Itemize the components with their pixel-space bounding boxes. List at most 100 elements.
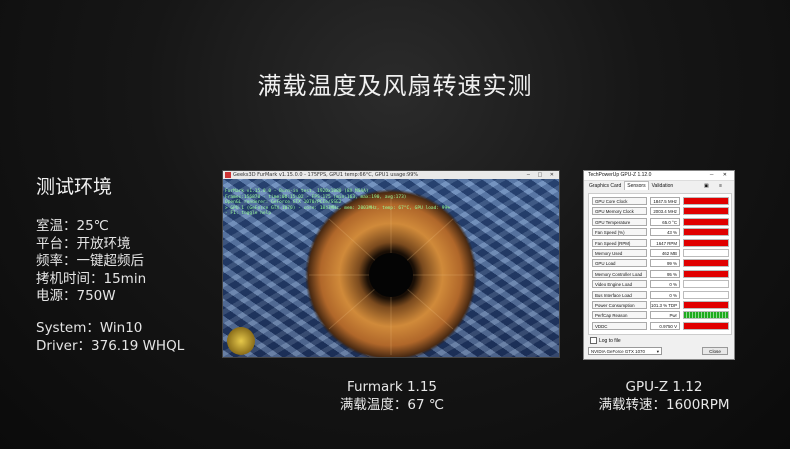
system-driver: Driver：376.19 WHQL <box>36 337 185 354</box>
sensor-value: 2003.4 MHz <box>650 207 680 216</box>
sensor-value: 101.3 % TDP <box>650 301 680 309</box>
sensor-graph <box>683 259 729 268</box>
env-platform: 平台：开放环境 <box>36 235 131 252</box>
gpuz-titlebar: TechPowerUp GPU-Z 1.12.0 ─ ✕ <box>584 171 734 181</box>
furmark-caption: Furmark 1.15 满载温度：67 ℃ <box>318 378 466 414</box>
sensor-row: Memory Used 462 MB <box>592 249 730 258</box>
sensor-value: Pwr <box>650 311 680 320</box>
gpuz-caption-name: GPU-Z 1.12 <box>625 379 703 395</box>
sensor-graph <box>683 197 729 205</box>
sensor-value: 95 % <box>650 269 680 278</box>
sensor-row: PerfCap Reason Pwr <box>592 311 730 320</box>
sensor-label[interactable]: Video Engine Load <box>592 280 647 289</box>
page-title: 满载温度及风扇转速实测 <box>257 72 533 100</box>
sensor-label[interactable]: Memory Controller Load <box>592 269 647 278</box>
sensor-label[interactable]: GPU Core Clock <box>592 197 647 205</box>
chevron-down-icon: ▾ <box>656 349 659 354</box>
env-frequency: 频率：一键超频后 <box>36 253 144 269</box>
test-environment-heading: 测试环境 <box>36 176 113 198</box>
sensor-graph <box>683 301 729 309</box>
close-button[interactable]: Close <box>702 347 728 355</box>
sensor-label[interactable]: GPU Load <box>592 259 647 268</box>
sensor-value: 43 % <box>650 228 680 237</box>
toolbar-icons[interactable]: ▣ ≡ <box>700 181 729 191</box>
sensor-row: Fan Speed (%) 43 % <box>592 228 730 237</box>
sensor-row: GPU Memory Clock 2003.4 MHz <box>592 207 730 216</box>
gpuz-caption: GPU-Z 1.12 满载转速：1600RPM <box>580 378 748 414</box>
log-to-file-label: Log to file <box>599 338 621 344</box>
sensor-row: GPU Core Clock 1847.5 MHz <box>592 197 730 206</box>
sensor-value: 99 % <box>650 259 680 268</box>
sensor-graph <box>683 228 729 237</box>
sensor-graph-fill <box>684 270 728 277</box>
sensor-label[interactable]: Memory Used <box>592 249 647 257</box>
sensor-label[interactable]: GPU Memory Clock <box>592 207 647 216</box>
sensor-graph-fill <box>684 312 728 319</box>
sensor-graph <box>683 238 729 247</box>
sensor-row: Power Consumption 101.3 % TDP <box>592 301 730 310</box>
sensor-value: 1647 RPM <box>650 238 680 247</box>
sensor-row: Bus Interface Load 0 % <box>592 290 730 300</box>
system-info: System：Win10 Driver：376.19 WHQL <box>36 320 184 355</box>
sensor-graph <box>683 321 729 330</box>
window-controls[interactable]: ─ ✕ <box>710 171 731 180</box>
window-controls[interactable]: ─ □ ✕ <box>527 171 557 179</box>
furmark-hud: FurMark v1.15.0.0 - Burn-in test, 1920x1… <box>225 189 450 217</box>
furmark-caption-name: Furmark 1.15 <box>346 379 438 395</box>
gpuz-window-title: TechPowerUp GPU-Z 1.12.0 <box>588 172 652 178</box>
sensor-label[interactable]: GPU Temperature <box>592 217 647 226</box>
sensor-value: 0.9750 V <box>650 321 680 330</box>
sensor-row: Memory Controller Load 95 % <box>592 269 730 279</box>
sensor-graph-fill <box>684 229 728 236</box>
sensor-graph-fill <box>684 322 728 329</box>
sensor-graph <box>683 280 729 289</box>
sensor-label[interactable]: Fan Speed (RPM) <box>592 238 647 247</box>
gpuz-bottom-bar: Log to file NVIDIA GeForce GTX 1070 ▾ Clo… <box>588 337 730 357</box>
sensor-graph <box>683 290 729 299</box>
sensor-value: 1847.5 MHz <box>650 197 680 205</box>
sensor-graph <box>683 311 729 320</box>
furmark-logo <box>227 327 255 355</box>
gpuz-tabs: Graphics Card Sensors Validation ▣ ≡ <box>584 181 734 191</box>
sensor-graph <box>683 207 729 216</box>
menu-icon[interactable]: ≡ <box>717 181 726 191</box>
sensor-row: GPU Temperature 65.0 °C <box>592 217 730 227</box>
gpu-select-dropdown[interactable]: NVIDIA GeForce GTX 1070 ▾ <box>588 347 662 355</box>
env-room-temp: 室温：25℃ <box>36 218 109 234</box>
hud-line: - F1: toggle help <box>225 211 272 216</box>
furmark-window-title: Geeks3D FurMark v1.15.0.0 - 175FPS, GPU1… <box>233 172 419 178</box>
tab-graphics-card[interactable]: Graphics Card <box>587 181 623 191</box>
sensor-graph <box>683 269 729 278</box>
sensor-row: Video Engine Load 0 % <box>592 280 730 289</box>
sensor-graph-fill <box>684 260 728 267</box>
gpu-select-value: NVIDIA GeForce GTX 1070 <box>591 349 645 354</box>
sensor-graph <box>683 217 729 226</box>
furmark-window: Geeks3D FurMark v1.15.0.0 - 175FPS, GPU1… <box>222 170 560 358</box>
sensor-row: Fan Speed (RPM) 1647 RPM <box>592 238 730 248</box>
env-burn-time: 拷机时间：15min <box>36 270 147 287</box>
gpuz-window: TechPowerUp GPU-Z 1.12.0 ─ ✕ Graphics Ca… <box>583 170 735 360</box>
sensor-label[interactable]: Fan Speed (%) <box>592 228 647 237</box>
env-psu: 电源：750W <box>36 288 116 304</box>
furmark-caption-temp: 满载温度：67 ℃ <box>339 397 445 413</box>
sensor-label[interactable]: PerfCap Reason <box>592 311 647 320</box>
furmark-app-icon <box>225 172 231 178</box>
checkbox-box[interactable] <box>590 337 597 345</box>
sensor-value: 65.0 °C <box>650 217 680 226</box>
sensor-graph-fill <box>684 198 728 204</box>
environment-list: 室温：25℃ 平台：开放环境 频率：一键超频后 拷机时间：15min 电源：75… <box>36 218 146 306</box>
sensor-graph <box>683 249 729 257</box>
sensor-label[interactable]: Power Consumption <box>592 301 647 309</box>
tab-sensors[interactable]: Sensors <box>624 181 649 190</box>
sensor-row: GPU Load 99 % <box>592 259 730 268</box>
camera-icon[interactable]: ▣ <box>702 181 713 191</box>
sensor-graph-fill <box>684 302 728 308</box>
sensor-value: 0 % <box>650 280 680 289</box>
sensor-label[interactable]: Bus Interface Load <box>592 290 647 299</box>
sensor-label[interactable]: VDDC <box>592 321 647 330</box>
sensor-row: VDDC 0.9750 V <box>592 321 730 331</box>
system-os: System：Win10 <box>36 320 143 336</box>
log-to-file-checkbox[interactable]: Log to file <box>590 337 621 345</box>
sensor-graph-fill <box>684 208 728 215</box>
tab-validation[interactable]: Validation <box>650 181 676 191</box>
